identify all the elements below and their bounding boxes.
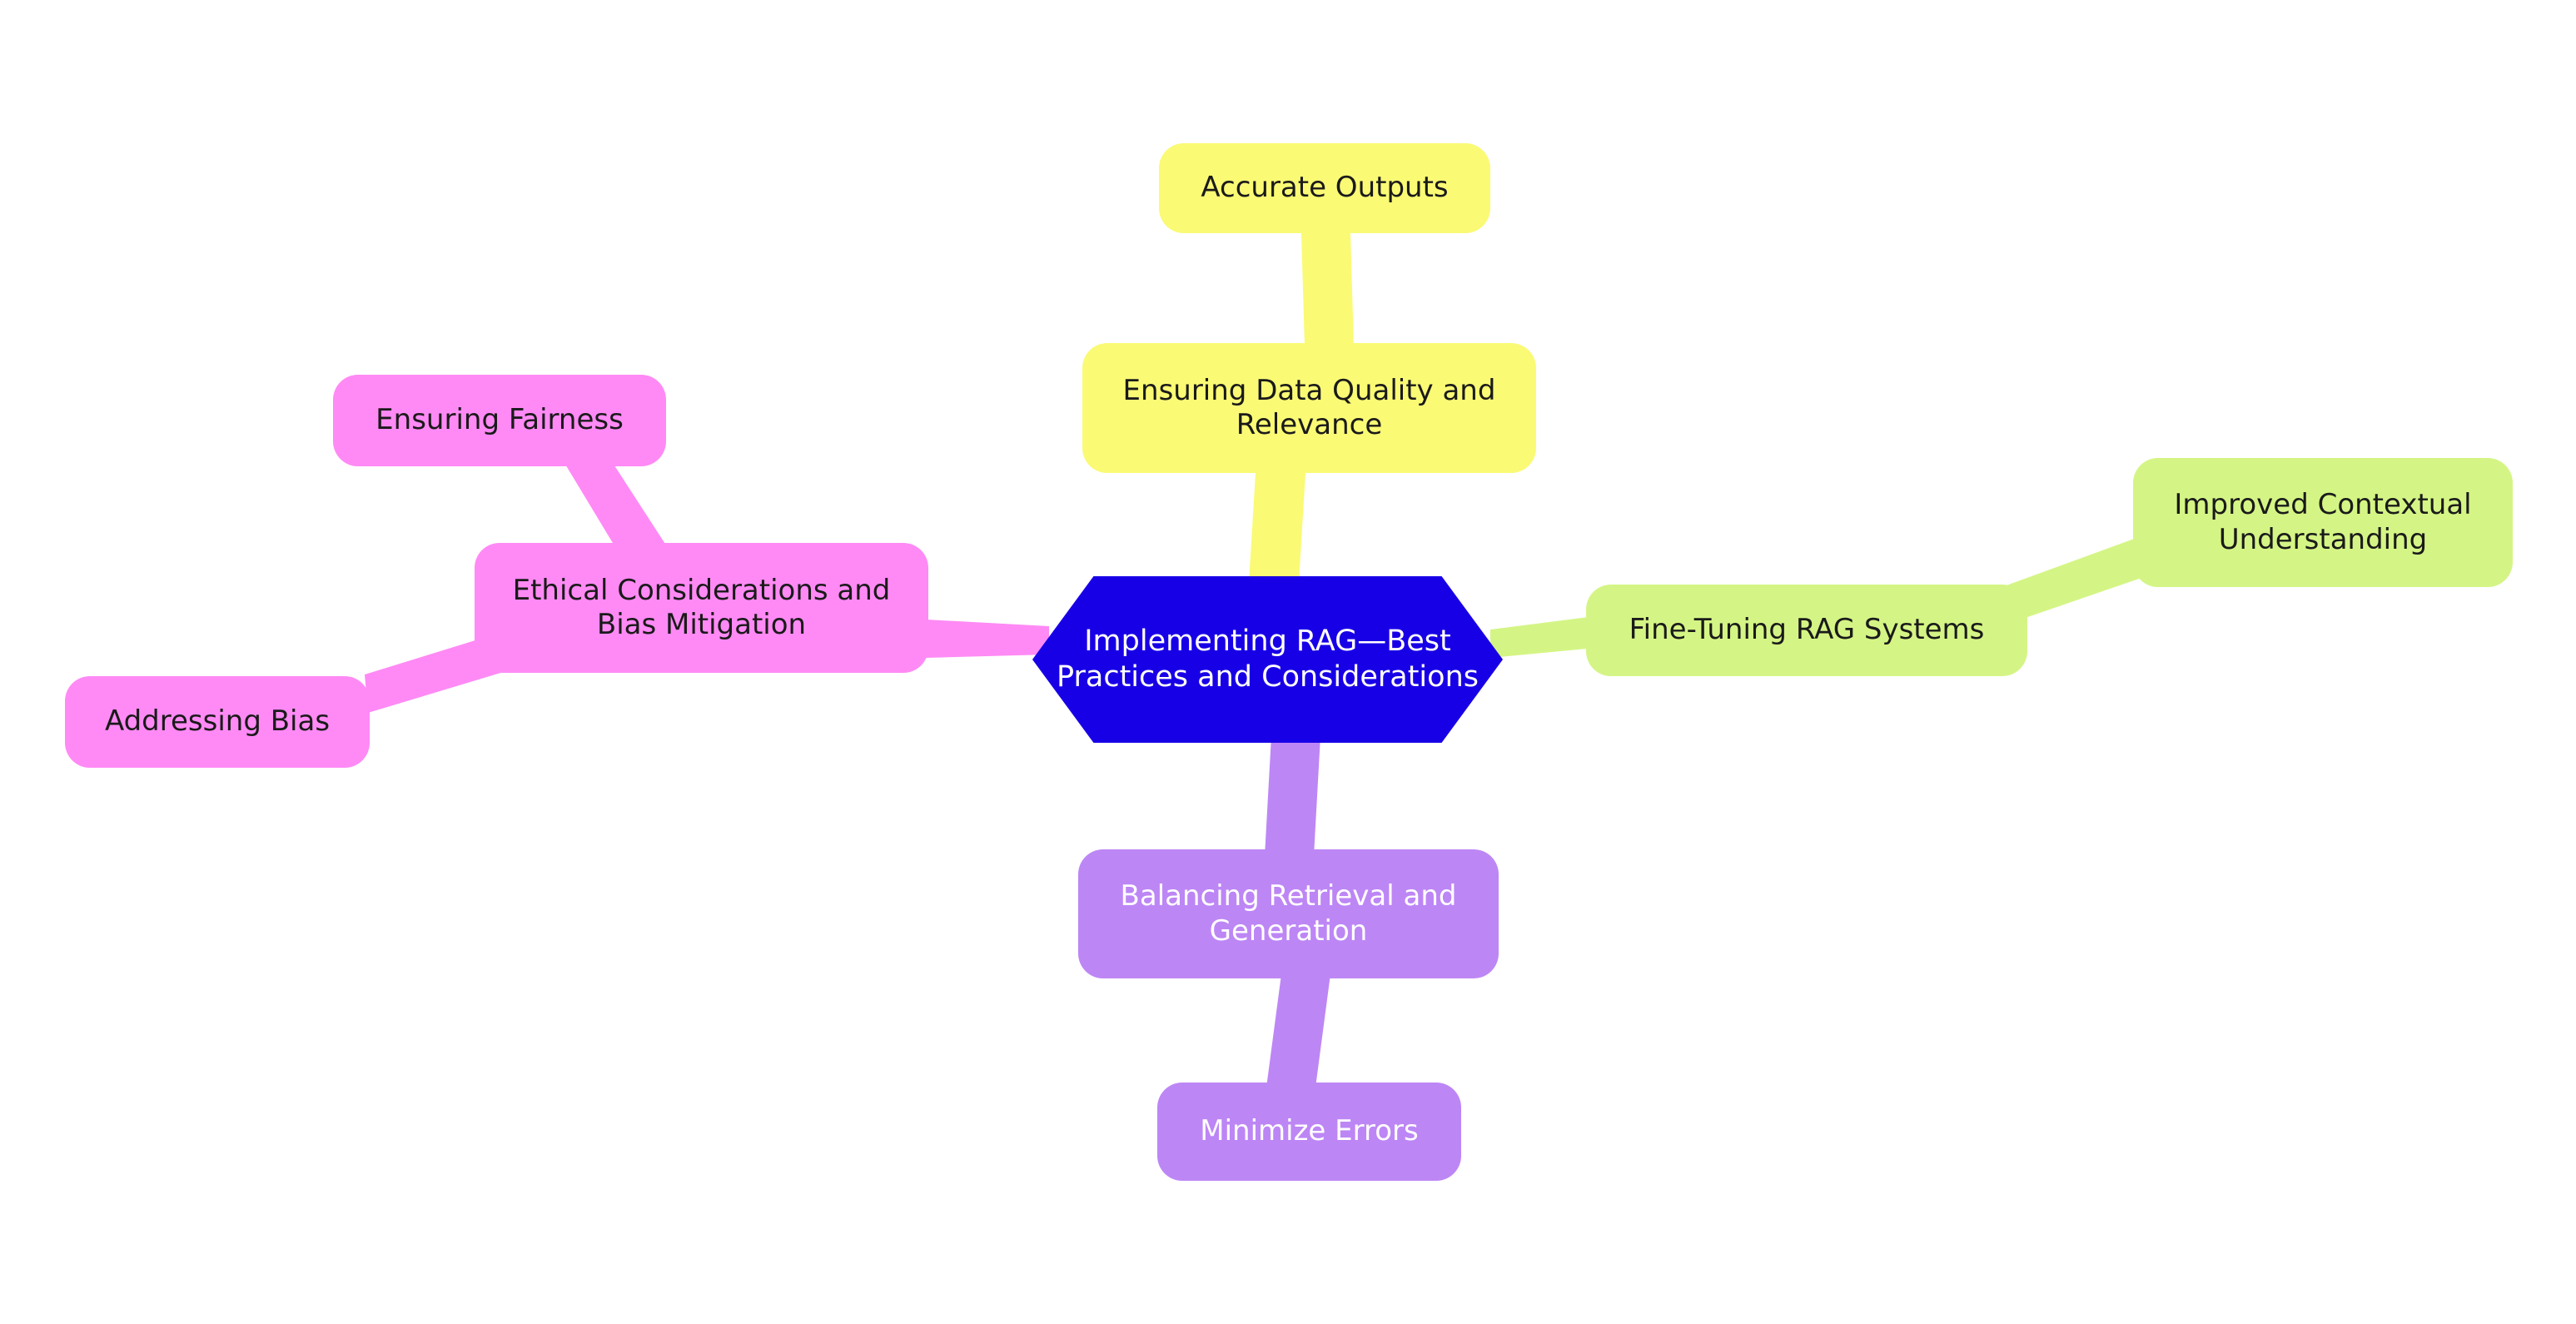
node-ethical-considerations-label: Ethical Considerations and Bias Mitigati… <box>512 573 891 641</box>
node-center-label: Implementing RAG—Best Practices and Cons… <box>1057 625 1479 694</box>
node-accurate-outputs-label: Accurate Outputs <box>1201 171 1449 205</box>
node-ensuring-data-quality-label: Ensuring Data Quality and Relevance <box>1122 373 1496 441</box>
node-balancing-retrieval-generation[interactable]: Balancing Retrieval and Generation <box>1078 849 1499 978</box>
connector-center-to-ethics <box>926 620 1049 658</box>
connector-center-to-data-quality <box>1249 473 1305 583</box>
connector-center-to-balancing <box>1265 736 1320 856</box>
mindmap-canvas: Implementing RAG—Best Practices and Cons… <box>0 0 2576 1324</box>
connector-balancing-to-minimize <box>1266 974 1330 1088</box>
node-ensuring-data-quality[interactable]: Ensuring Data Quality and Relevance <box>1082 343 1536 473</box>
node-accurate-outputs[interactable]: Accurate Outputs <box>1159 143 1490 233</box>
connector-data-quality-to-accurate-outputs <box>1301 233 1354 346</box>
node-minimize-errors-label: Minimize Errors <box>1200 1114 1419 1148</box>
node-ethical-considerations[interactable]: Ethical Considerations and Bias Mitigati… <box>475 543 928 673</box>
node-ensuring-fairness-label: Ensuring Fairness <box>375 403 624 437</box>
node-addressing-bias[interactable]: Addressing Bias <box>65 676 370 768</box>
connector-center-to-finetuning <box>1490 616 1595 658</box>
node-balancing-retrieval-generation-label: Balancing Retrieval and Generation <box>1120 879 1457 948</box>
node-improved-contextual-understanding[interactable]: Improved Contextual Understanding <box>2133 458 2513 587</box>
node-addressing-bias-label: Addressing Bias <box>104 704 331 739</box>
node-fine-tuning-rag-systems-label: Fine-Tuning RAG Systems <box>1629 613 1985 647</box>
node-minimize-errors[interactable]: Minimize Errors <box>1157 1083 1461 1181</box>
node-center-implementing-rag[interactable]: Implementing RAG—Best Practices and Cons… <box>1032 576 1503 743</box>
node-ensuring-fairness[interactable]: Ensuring Fairness <box>333 375 666 466</box>
node-improved-contextual-understanding-label: Improved Contextual Understanding <box>2174 488 2472 556</box>
node-fine-tuning-rag-systems[interactable]: Fine-Tuning RAG Systems <box>1586 585 2027 676</box>
